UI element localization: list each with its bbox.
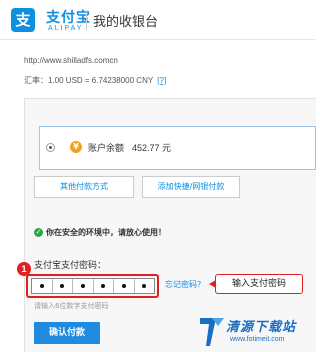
exchange-rate-text: 汇率：1.00 USD = 6.74238000 CNY xyxy=(24,76,154,85)
merchant-url: http://www.shilladfs.comcn xyxy=(24,56,118,65)
password-hint: 请输入6位数字支付密码 xyxy=(34,302,109,310)
password-dot xyxy=(101,284,106,288)
security-message: 你在安全的环境中，请放心使用！ xyxy=(46,228,166,237)
password-callout: 输入支付密码 xyxy=(209,274,303,294)
password-input[interactable] xyxy=(31,278,155,294)
header-divider xyxy=(86,10,87,30)
coin-yuan-icon: ¥ xyxy=(70,141,82,153)
brand-name-cn: 支付宝 xyxy=(46,10,91,26)
balance-label: 账户余额 xyxy=(88,144,125,154)
forgot-password-link[interactable]: 忘记密码? xyxy=(165,279,201,290)
other-payment-methods-button[interactable]: 其他付款方式 xyxy=(34,176,134,198)
password-dot xyxy=(121,284,126,288)
balance-radio[interactable] xyxy=(46,143,55,152)
password-digit xyxy=(73,279,94,293)
watermark-url: www.fotimeit.com xyxy=(230,336,285,343)
confirm-payment-button[interactable]: 确认付款 xyxy=(34,322,100,344)
alipay-logo-icon: 支 xyxy=(11,8,35,32)
brand-name-en: ALIPAY xyxy=(48,25,84,32)
password-dot xyxy=(142,284,147,288)
check-circle-icon: ✓ xyxy=(34,228,43,237)
exchange-rate: 汇率：1.00 USD = 6.74238000 CNY [?] xyxy=(24,75,166,86)
password-digit xyxy=(53,279,73,293)
page-title: 我的收银台 xyxy=(93,15,159,30)
password-digit xyxy=(135,279,155,293)
password-dot xyxy=(80,284,85,288)
svg-text:支: 支 xyxy=(14,11,31,29)
password-dot xyxy=(60,284,65,288)
watermark-text: 清源下载站 xyxy=(226,320,297,335)
password-digit xyxy=(32,279,53,293)
password-digit xyxy=(94,279,114,293)
balance-amount: 452.77 元 xyxy=(132,143,172,153)
page-header: 支 支付宝 ALIPAY 我的收银台 xyxy=(0,0,316,40)
rate-help-link[interactable]: [?] xyxy=(157,76,166,85)
password-digit xyxy=(114,279,135,293)
password-label: 支付宝支付密码： xyxy=(34,261,107,271)
password-dot xyxy=(39,284,44,288)
add-card-button[interactable]: 添加快捷/网银付款 xyxy=(142,176,240,198)
